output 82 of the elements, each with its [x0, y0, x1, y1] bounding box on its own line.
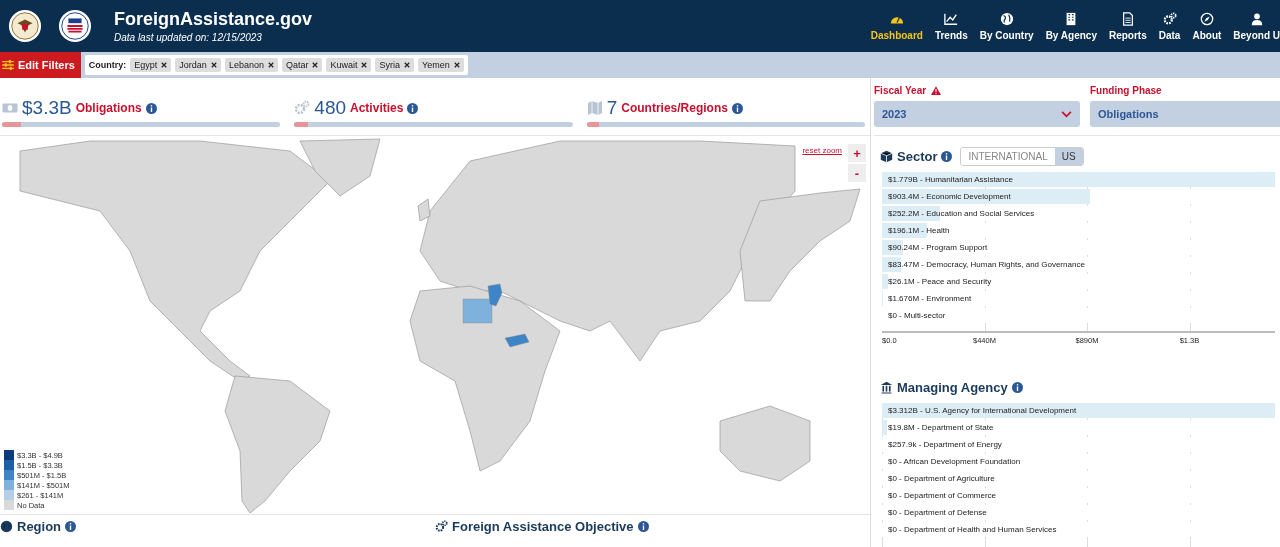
globe-icon — [0, 520, 13, 533]
nav-link[interactable]: Trends — [928, 0, 974, 52]
nav-link[interactable]: Reports — [1102, 0, 1153, 52]
bar-label: $0 - Department of Commerce — [888, 491, 997, 500]
nav-link[interactable]: Data — [1152, 0, 1187, 52]
close-icon[interactable] — [361, 62, 368, 68]
stat-value: $3.3B — [22, 97, 72, 119]
chevron-down-icon — [1061, 110, 1072, 118]
close-icon[interactable] — [312, 62, 319, 68]
close-icon[interactable] — [453, 62, 460, 68]
section-title: Foreign Assistance Objective — [452, 519, 634, 534]
info-icon[interactable] — [65, 521, 77, 532]
fiscal-year-label: Fiscal Year — [874, 85, 927, 96]
close-icon[interactable] — [267, 62, 274, 68]
filter-chip[interactable]: Yemen — [418, 58, 464, 72]
bar-label: $83.47M - Democracy, Human Rights, and Governance — [888, 260, 1085, 269]
document-icon — [1120, 11, 1135, 26]
filter-label: Country: — [88, 60, 127, 70]
seal-icon — [8, 9, 42, 43]
filter-chip[interactable]: Syria — [375, 58, 414, 72]
seal-icon — [58, 9, 92, 43]
highlighted-country[interactable] — [487, 283, 503, 307]
info-icon[interactable] — [941, 150, 953, 162]
bar-label: $0 - Department of Health and Human Services — [888, 525, 1057, 534]
filter-chip[interactable]: Jordan — [175, 58, 221, 72]
map-icon — [586, 100, 603, 116]
toggle-option[interactable]: US — [1054, 147, 1083, 165]
bar-label: $1.779B - Humanitarian Assistance — [888, 175, 1013, 184]
nav-link[interactable]: About — [1186, 0, 1228, 52]
bar-label: $0 - Department of Defense — [888, 508, 987, 517]
bar-label: $1.676M - Environment — [888, 294, 972, 303]
funding-phase-select[interactable]: Obligations — [1090, 101, 1280, 127]
info-icon[interactable] — [1011, 381, 1023, 393]
zoom-in-button[interactable]: + — [848, 144, 866, 162]
person-icon — [1249, 11, 1264, 26]
close-icon[interactable] — [210, 62, 217, 68]
update-date-text: Data last updated on: 12/15/2023 — [114, 32, 263, 43]
zoom-out-button[interactable]: - — [848, 164, 866, 182]
highlighted-country[interactable] — [504, 333, 530, 348]
fiscal-year-select[interactable]: 2023 — [874, 101, 1080, 127]
nav-link[interactable]: Beyond U — [1227, 0, 1280, 52]
compass-icon — [1199, 11, 1214, 26]
nav-link[interactable]: By Agency — [1039, 0, 1103, 52]
cube-icon — [880, 149, 893, 163]
stat-label: Obligations — [75, 101, 142, 115]
bar-label: $252.2M - Education and Social Services — [888, 209, 1035, 218]
bar-label: $0 - Department of Agriculture — [888, 474, 995, 483]
funding-phase-label: Funding Phase — [1090, 85, 1162, 96]
filter-chip[interactable]: Qatar — [281, 58, 323, 72]
bar-label: $26.1M - Peace and Security — [888, 277, 992, 286]
nav-link[interactable]: By Country — [973, 0, 1040, 52]
bar-label: $196.1M - Health — [888, 226, 950, 235]
section-title: Sector — [897, 148, 938, 164]
bar-label: $257.9k - Department of Energy — [888, 440, 1002, 449]
info-icon[interactable] — [145, 102, 157, 114]
filter-chip[interactable]: Lebanon — [224, 58, 278, 72]
nav-link[interactable]: Dashboard — [864, 0, 929, 52]
filter-chip[interactable]: Egypt — [130, 58, 172, 72]
stat-value: 7 — [606, 97, 618, 119]
close-icon[interactable] — [161, 62, 168, 68]
filter-chip[interactable]: Kuwait — [326, 58, 372, 72]
section-title: Managing Agency — [897, 379, 1008, 395]
edit-filters-button[interactable]: Edit Filters — [0, 52, 81, 78]
site-title[interactable]: ForeignAssistance.gov — [114, 9, 313, 30]
bar-label: $903.4M - Economic Development — [888, 192, 1011, 201]
bar-label: $19.8M - Department of State — [888, 423, 994, 432]
section-title: Region — [17, 519, 62, 534]
globe-icon — [999, 11, 1014, 26]
close-icon[interactable] — [404, 62, 410, 68]
bar-label: $0 - Multi-sector — [888, 311, 946, 320]
bar-label: $3.312B - U.S. Agency for International Development — [888, 406, 1077, 415]
bar-label: $0 - African Development Foundation — [888, 457, 1021, 466]
bank-icon — [880, 380, 893, 394]
bar-label: $90.24M - Program Support — [888, 243, 988, 252]
info-icon[interactable] — [637, 521, 649, 532]
info-icon[interactable] — [731, 102, 743, 114]
trend-icon — [944, 11, 959, 26]
sliders-icon — [2, 60, 14, 70]
stat-label: Activities — [350, 101, 404, 115]
info-icon[interactable] — [407, 102, 419, 114]
stat-label: Countries/Regions — [621, 101, 728, 115]
stat-value: 480 — [314, 97, 347, 119]
